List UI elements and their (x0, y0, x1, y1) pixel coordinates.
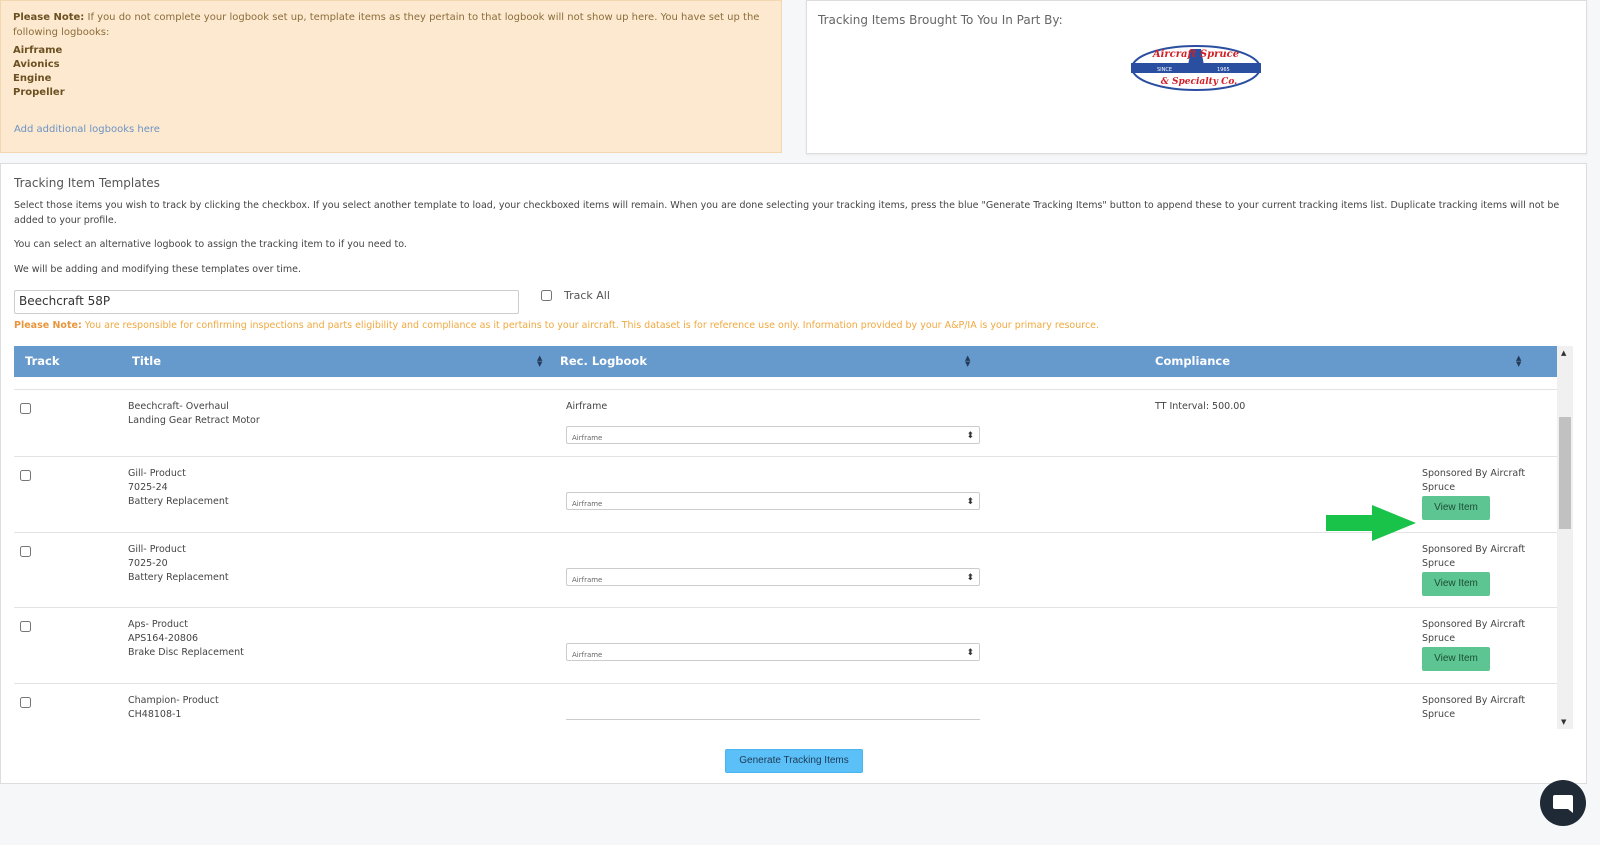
chat-button[interactable] (1540, 780, 1586, 826)
table-scrollbar[interactable]: ▲ ▼ (1557, 346, 1573, 729)
generate-tracking-items-button[interactable]: Generate Tracking Items (725, 749, 863, 773)
templates-logbook-hint: You can select an alternative logbook to… (14, 239, 407, 250)
view-item-button[interactable]: View Item (1422, 647, 1490, 671)
logbook-list: Airframe Avionics Engine Propeller (13, 44, 769, 100)
header-track[interactable]: Track (25, 354, 59, 368)
note-label: Please Note: (13, 12, 85, 23)
row-title-line2: Landing Gear Retract Motor (128, 415, 260, 426)
logbook-select[interactable]: Airframe ⬍ (566, 643, 980, 661)
row-title: Aps- Product APS164-20806 Brake Disc Rep… (128, 618, 244, 660)
track-all-label: Track All (564, 289, 610, 302)
table-row: Champion- Product CH48108-1 Sponsored By… (14, 683, 1557, 729)
scroll-down-icon[interactable]: ▼ (1561, 718, 1566, 726)
table-header: Track Title ▲ ▼ Rec. Logbook ▲ ▼ Complianc… (14, 346, 1557, 377)
scrollbar-thumb[interactable] (1559, 417, 1571, 529)
logo-since: SINCE (1157, 67, 1172, 73)
row-title-line1: Aps- Product (128, 619, 188, 630)
row-title-line1: Gill- Product (128, 468, 186, 479)
row-title: Gill- Product 7025-24 Battery Replacemen… (128, 467, 229, 509)
row-title-line2: 7025-20 (128, 558, 168, 569)
row-title-line1: Beechcraft- Overhaul (128, 401, 229, 412)
sponsor-title: Tracking Items Brought To You In Part By… (818, 13, 1063, 27)
aircraft-spruce-logo[interactable]: SINCE 1965 Aircraft Spruce & Specialty C… (1129, 43, 1263, 93)
chevron-updown-icon: ⬍ (966, 573, 974, 583)
logbook-select[interactable]: Airframe ⬍ (566, 426, 980, 444)
scroll-up-icon[interactable]: ▲ (1561, 349, 1566, 357)
row-title: Champion- Product CH48108-1 (128, 694, 219, 722)
templates-update-note: We will be adding and modifying these te… (14, 264, 301, 275)
logbook-note-text: Please Note: If you do not complete your… (13, 10, 769, 40)
chevron-updown-icon: ⬍ (966, 648, 974, 658)
row-title-line3: Brake Disc Replacement (128, 647, 244, 658)
note-body: If you do not complete your logbook set … (13, 12, 760, 38)
logbook-airframe: Airframe (13, 45, 63, 56)
templates-description: Select those items you wish to track by … (14, 200, 1560, 226)
row-sponsored: Sponsored By Aircraft Spruce (1422, 544, 1526, 569)
row-title-line2: APS164-20806 (128, 633, 199, 644)
view-item-button[interactable]: View Item (1422, 572, 1490, 596)
add-logbooks-link[interactable]: Add additional logbooks here (14, 122, 160, 137)
track-all-checkbox[interactable] (541, 290, 552, 301)
template-select[interactable]: Beechcraft 58P (14, 290, 519, 314)
chat-icon (1553, 795, 1573, 813)
row-compliance: TT Interval: 500.00 (1155, 401, 1246, 412)
table-row: Gill- Product 7025-20 Battery Replacemen… (14, 532, 1557, 607)
row-title-line1: Champion- Product (128, 695, 219, 706)
view-item-button[interactable]: View Item (1422, 496, 1490, 520)
tracking-templates-panel: Tracking Item Templates Select those ite… (0, 163, 1587, 784)
logbook-note-panel: Please Note: If you do not complete your… (0, 0, 782, 153)
logo-line1: Aircraft Spruce (1152, 49, 1239, 60)
green-arrow-icon (1326, 505, 1416, 541)
logbook-select-value: Airframe (572, 434, 603, 442)
logbook-select[interactable]: Airframe ⬍ (566, 568, 980, 586)
compliance-warning: Please Note: You are responsible for con… (14, 320, 1099, 331)
header-title[interactable]: Title (132, 354, 161, 368)
table-row: Beechcraft- Overhaul Landing Gear Retrac… (14, 389, 1557, 456)
logo-year: 1965 (1217, 67, 1230, 73)
logbook-propeller: Propeller (13, 87, 65, 98)
row-title: Gill- Product 7025-20 Battery Replacemen… (128, 543, 229, 585)
logbook-engine: Engine (13, 73, 52, 84)
templates-title: Tracking Item Templates (14, 176, 160, 190)
warning-label: Please Note: (14, 320, 82, 331)
row-title-line3: Battery Replacement (128, 572, 229, 583)
row-sponsored: Sponsored By Aircraft Spruce (1422, 619, 1526, 644)
track-checkbox[interactable] (20, 403, 31, 414)
chevron-updown-icon: ⬍ (966, 431, 974, 441)
row-title-line1: Gill- Product (128, 544, 186, 555)
header-compliance[interactable]: Compliance (1155, 354, 1230, 368)
track-checkbox[interactable] (20, 621, 31, 632)
header-logbook[interactable]: Rec. Logbook (560, 354, 647, 368)
logbook-select-value: Airframe (572, 651, 603, 659)
chevron-updown-icon: ⬍ (966, 497, 974, 507)
logbook-select-edge (566, 719, 980, 720)
logbook-select[interactable]: Airframe ⬍ (566, 492, 980, 510)
row-title-line2: 7025-24 (128, 482, 168, 493)
sort-icon[interactable]: ▲ ▼ (1516, 355, 1521, 368)
track-checkbox[interactable] (20, 546, 31, 557)
track-all-toggle[interactable]: Track All (541, 289, 610, 302)
row-sponsored: Sponsored By Aircraft Spruce (1422, 468, 1526, 493)
logo-line2: & Specialty Co. (1161, 77, 1238, 87)
sort-icon[interactable]: ▲ ▼ (965, 355, 970, 368)
row-logbook-text: Airframe (566, 401, 608, 412)
logbook-select-value: Airframe (572, 500, 603, 508)
sort-icon[interactable]: ▲ ▼ (537, 355, 542, 368)
track-checkbox[interactable] (20, 470, 31, 481)
row-title-line3: Battery Replacement (128, 496, 229, 507)
logbook-avionics: Avionics (13, 59, 60, 70)
table-row: Aps- Product APS164-20806 Brake Disc Rep… (14, 607, 1557, 683)
row-sponsored: Sponsored By Aircraft Spruce (1422, 695, 1526, 720)
track-checkbox[interactable] (20, 697, 31, 708)
warning-text: You are responsible for confirming inspe… (84, 320, 1100, 331)
logbook-select-value: Airframe (572, 576, 603, 584)
sponsor-panel: Tracking Items Brought To You In Part By… (806, 0, 1587, 154)
row-title: Beechcraft- Overhaul Landing Gear Retrac… (128, 400, 260, 428)
row-title-line2: CH48108-1 (128, 709, 182, 720)
